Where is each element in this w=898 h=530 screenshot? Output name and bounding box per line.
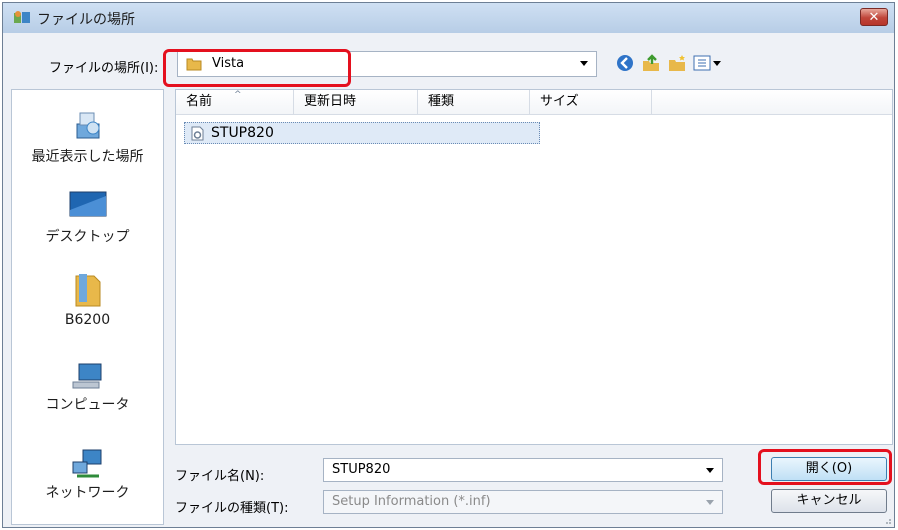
- back-icon[interactable]: [615, 53, 635, 73]
- chevron-down-icon: [706, 500, 714, 505]
- place-label: コンピュータ: [45, 397, 130, 413]
- column-header-modified[interactable]: 更新日時: [294, 90, 418, 114]
- resize-grip-icon[interactable]: [882, 515, 892, 525]
- file-item[interactable]: STUP820: [184, 122, 540, 144]
- file-name: STUP820: [211, 125, 274, 141]
- place-user-folder[interactable]: B6200: [12, 272, 163, 328]
- recent-places-icon: [76, 112, 99, 139]
- filename-value: STUP820: [332, 462, 391, 477]
- chevron-down-icon[interactable]: [706, 468, 714, 473]
- place-label: 最近表示した場所: [31, 149, 144, 165]
- column-header-name[interactable]: 名前 ^: [176, 90, 294, 114]
- filename-label: ファイル名(N):: [175, 469, 265, 484]
- cancel-button[interactable]: キャンセル: [771, 489, 887, 513]
- place-label: ネットワーク: [45, 485, 130, 501]
- place-recent[interactable]: 最近表示した場所: [12, 110, 163, 166]
- annotation-highlight-location: [163, 49, 351, 87]
- new-folder-icon[interactable]: [667, 53, 687, 73]
- network-icon: [72, 449, 101, 478]
- place-label: B6200: [64, 312, 111, 328]
- desktop-icon: [69, 191, 106, 217]
- filetype-label: ファイルの種類(T):: [175, 501, 289, 516]
- user-folder-icon: [75, 274, 100, 307]
- annotation-highlight-open: [758, 449, 892, 485]
- up-folder-icon[interactable]: [641, 53, 661, 73]
- app-icon: [14, 11, 30, 23]
- setup-file-icon: [191, 126, 204, 141]
- place-computer[interactable]: コンピュータ: [12, 362, 163, 414]
- column-header-size[interactable]: サイズ: [530, 90, 652, 114]
- place-label: デスクトップ: [45, 229, 130, 245]
- places-bar: 最近表示した場所 デスクトップ B6200 コンピュータ ネットワーク: [11, 89, 164, 525]
- chevron-down-icon[interactable]: [580, 61, 588, 66]
- filetype-value: Setup Information (*.inf): [332, 494, 491, 509]
- filetype-select: Setup Information (*.inf): [323, 490, 723, 514]
- window-title: ファイルの場所: [37, 12, 135, 28]
- filename-input[interactable]: STUP820: [323, 458, 723, 482]
- close-button[interactable]: ✕: [860, 8, 888, 26]
- file-list[interactable]: 名前 ^ 更新日時 種類 サイズ STUP820: [175, 89, 893, 445]
- view-menu-icon[interactable]: [693, 53, 723, 73]
- toolbar: [615, 51, 723, 75]
- location-label: ファイルの場所(I):: [49, 61, 159, 76]
- place-desktop[interactable]: デスクトップ: [12, 190, 163, 246]
- column-header-type[interactable]: 種類: [418, 90, 530, 114]
- place-network[interactable]: ネットワーク: [12, 448, 163, 502]
- close-icon: ✕: [868, 9, 880, 25]
- title-bar[interactable]: ファイルの場所 ✕: [3, 3, 894, 33]
- computer-icon: [72, 363, 101, 389]
